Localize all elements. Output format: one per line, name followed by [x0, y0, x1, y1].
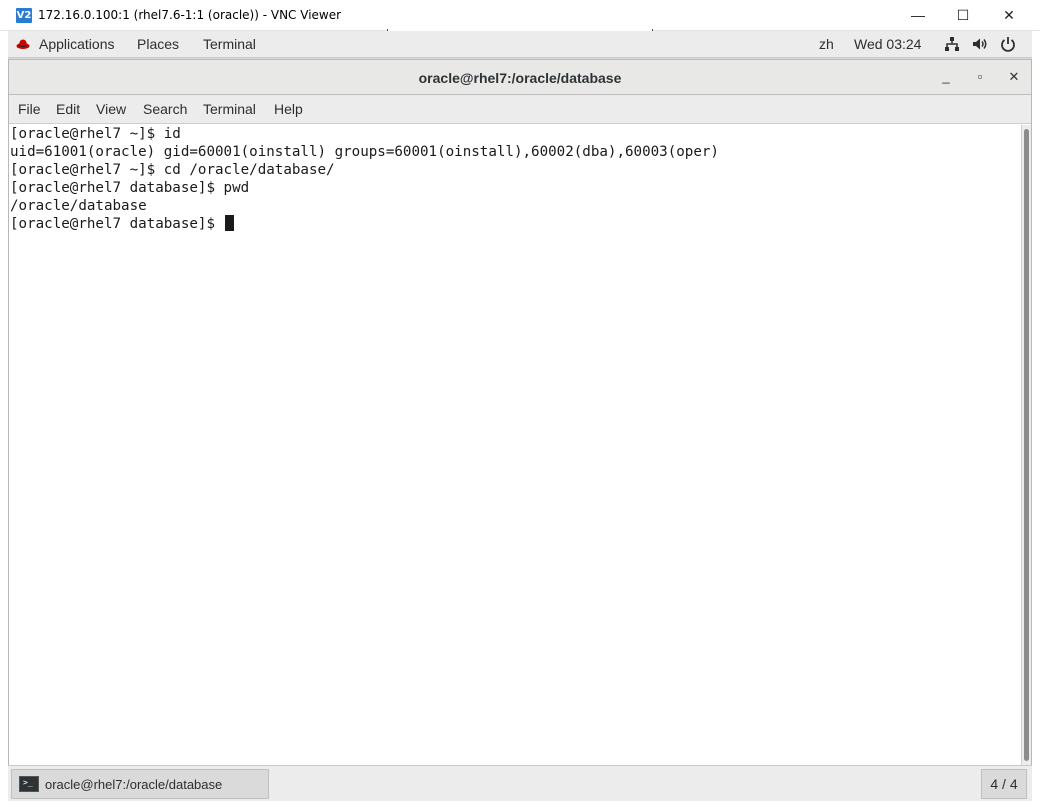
terminal-line: [oracle@rhel7 ~]$ cd /oracle/database/: [10, 162, 335, 178]
terminal-title: oracle@rhel7:/oracle/database: [418, 70, 622, 86]
network-icon[interactable]: [943, 36, 961, 52]
menu-edit[interactable]: Edit: [56, 101, 80, 117]
terminal-line: uid=61001(oracle) gid=60001(oinstall) gr…: [10, 144, 719, 160]
menu-search[interactable]: Search: [143, 101, 187, 117]
vnc-window-title: 172.16.0.100:1 (rhel7.6-1:1 (oracle)) - …: [38, 8, 342, 22]
terminal-line: [oracle@rhel7 ~]$ id: [10, 126, 181, 142]
taskbar-label: oracle@rhel7:/oracle/database: [45, 777, 223, 792]
vnc-logo-icon: V2: [16, 8, 32, 23]
power-icon[interactable]: [999, 36, 1017, 52]
terminal-line: [oracle@rhel7 database]$ pwd: [10, 180, 250, 196]
volume-icon[interactable]: [971, 36, 989, 52]
terminal-launcher[interactable]: Terminal: [203, 36, 256, 52]
vnc-title-bar: V2 172.16.0.100:1 (rhel7.6-1:1 (oracle))…: [0, 0, 1040, 31]
workspace-indicator[interactable]: 4 / 4: [981, 769, 1027, 799]
places-menu[interactable]: Places: [137, 36, 179, 52]
terminal-window: oracle@rhel7:/oracle/database _ ▫ ✕ File…: [8, 59, 1032, 765]
taskbar-terminal-button[interactable]: >_ oracle@rhel7:/oracle/database: [11, 769, 269, 799]
vnc-minimize-button[interactable]: —: [895, 0, 941, 31]
terminal-minimize-button[interactable]: _: [937, 68, 955, 86]
vnc-maximize-button[interactable]: ☐: [940, 0, 986, 31]
vnc-close-button[interactable]: ✕: [986, 0, 1032, 31]
clock[interactable]: Wed 03:24: [854, 36, 921, 52]
terminal-prompt: [oracle@rhel7 database]$: [10, 216, 224, 232]
terminal-scrollbar[interactable]: [1021, 125, 1031, 765]
terminal-prompt-line[interactable]: [oracle@rhel7 database]$: [10, 215, 1021, 233]
remote-desktop: Applications Places Terminal zh Wed 03:2…: [8, 31, 1032, 801]
terminal-output[interactable]: [oracle@rhel7 ~]$ id uid=61001(oracle) g…: [9, 125, 1021, 765]
bottom-panel: >_ oracle@rhel7:/oracle/database 4 / 4: [8, 765, 1032, 801]
terminal-icon: >_: [19, 776, 39, 792]
terminal-header-bar[interactable]: oracle@rhel7:/oracle/database _ ▫ ✕: [9, 60, 1031, 95]
menu-help[interactable]: Help: [274, 101, 303, 117]
terminal-maximize-button[interactable]: ▫: [971, 68, 989, 86]
menu-terminal[interactable]: Terminal: [203, 101, 256, 117]
applications-menu[interactable]: Applications: [39, 36, 115, 52]
redhat-icon: [16, 39, 30, 49]
menu-file[interactable]: File: [18, 101, 41, 117]
terminal-menubar: File Edit View Search Terminal Help: [9, 95, 1031, 124]
input-language-indicator[interactable]: zh: [819, 36, 834, 52]
top-panel: Applications Places Terminal zh Wed 03:2…: [8, 31, 1032, 58]
menu-view[interactable]: View: [96, 101, 126, 117]
terminal-close-button[interactable]: ✕: [1005, 68, 1023, 86]
scrollbar-thumb[interactable]: [1024, 129, 1029, 761]
terminal-line: /oracle/database: [10, 198, 147, 214]
terminal-cursor: [224, 215, 234, 231]
